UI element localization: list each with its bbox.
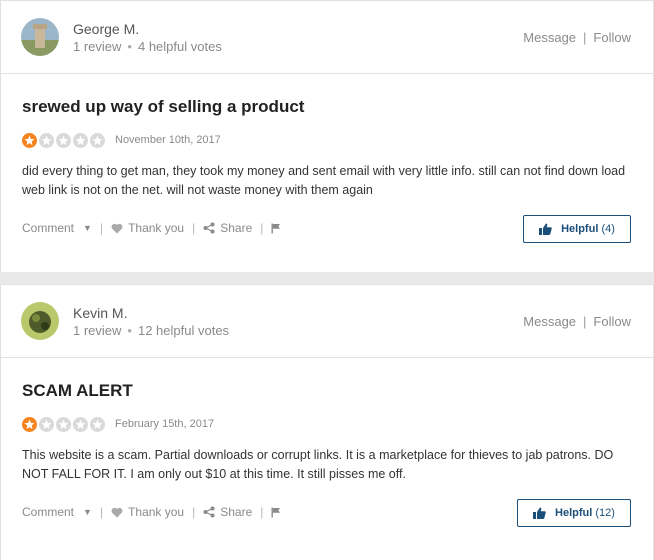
star-icon [39,133,54,148]
helpful-label: Helpful [561,223,599,235]
thumbs-up-icon [539,223,552,235]
star-icon [56,417,71,432]
thank-you-label: Thank you [128,221,185,235]
separator: | [99,505,104,519]
review-title: srewed up way of selling a product [22,97,305,116]
separator: | [260,221,264,235]
reviewer-name[interactable]: George M. [73,21,139,37]
thank-you-label: Thank you [128,505,185,519]
message-link[interactable]: Message [523,314,576,329]
separator: | [583,30,587,45]
star-icon [22,417,37,432]
message-link[interactable]: Message [523,30,576,45]
caret-down-icon: ▼ [83,223,92,233]
separator: | [192,221,196,235]
reviewer-name[interactable]: Kevin M. [73,305,127,321]
comment-button[interactable]: Comment ▼ [22,505,92,519]
separator: | [260,505,264,519]
reviewer-stats: 1 review • 12 helpful votes [73,323,229,338]
review-date: February 15th, 2017 [115,418,215,430]
thank-you-button[interactable]: Thank you [111,505,184,519]
star-icon [73,133,88,148]
avatar[interactable] [21,18,59,56]
star-icon [73,417,88,432]
star-icon [90,133,105,148]
star-rating [22,133,105,148]
review-count: 1 review [73,323,122,338]
star-icon [90,417,105,432]
share-button[interactable]: Share [203,221,252,235]
helpful-button[interactable]: Helpful (4) [523,215,631,243]
review-text: did every thing to get man, they took my… [22,164,626,197]
review-card: George M. 1 review • 4 helpful votes Messa… [0,0,654,272]
review-actions: Comment ▼ | Thank you | Share | [22,502,281,522]
helpful-votes-count: 4 helpful votes [137,39,222,54]
follow-link[interactable]: Follow [593,30,631,45]
flag-button[interactable] [271,507,281,518]
separator: | [99,221,104,235]
separator: | [583,314,587,329]
share-icon [203,506,215,518]
share-button[interactable]: Share [203,505,252,519]
reviewer-header: Kevin M. 1 review • 12 helpful votes Messa… [1,285,653,358]
helpful-button[interactable]: Helpful (12) [517,499,631,527]
helpful-label: Helpful [555,507,593,519]
star-icon [56,133,71,148]
comment-label: Comment [22,221,75,235]
share-label: Share [220,505,253,519]
reviewer-header: George M. 1 review • 4 helpful votes Messa… [1,1,653,74]
review-count: 1 review [73,39,122,54]
comment-button[interactable]: Comment ▼ [22,221,92,235]
helpful-count: (4) [601,223,615,235]
share-label: Share [220,221,253,235]
heart-icon [111,507,123,517]
heart-icon [111,223,123,233]
flag-button[interactable] [271,223,281,234]
thank-you-button[interactable]: Thank you [111,221,184,235]
thumbs-up-icon [533,507,546,519]
star-rating [22,417,105,432]
review-text: This website is a scam. Partial download… [22,448,614,481]
separator-dot: • [127,39,132,54]
helpful-votes-count: 12 helpful votes [137,323,230,338]
caret-down-icon: ▼ [83,507,92,517]
separator-dot: • [127,323,132,338]
avatar[interactable] [21,302,59,340]
review-card: Kevin M. 1 review • 12 helpful votes Messa… [0,284,654,560]
separator: | [192,505,196,519]
follow-link[interactable]: Follow [593,314,631,329]
reviewer-stats: 1 review • 4 helpful votes [73,39,222,54]
reviewer-actions: Message | Follow [523,30,631,45]
share-icon [203,222,215,234]
reviewer-actions: Message | Follow [523,314,631,329]
review-date: November 10th, 2017 [115,134,221,146]
star-icon [39,417,54,432]
star-icon [22,133,37,148]
review-actions: Comment ▼ | Thank you | Share | [22,218,281,238]
flag-icon [271,507,281,517]
helpful-count: (12) [595,507,615,519]
flag-icon [271,223,281,233]
review-title: SCAM ALERT [22,381,133,400]
comment-label: Comment [22,505,75,519]
